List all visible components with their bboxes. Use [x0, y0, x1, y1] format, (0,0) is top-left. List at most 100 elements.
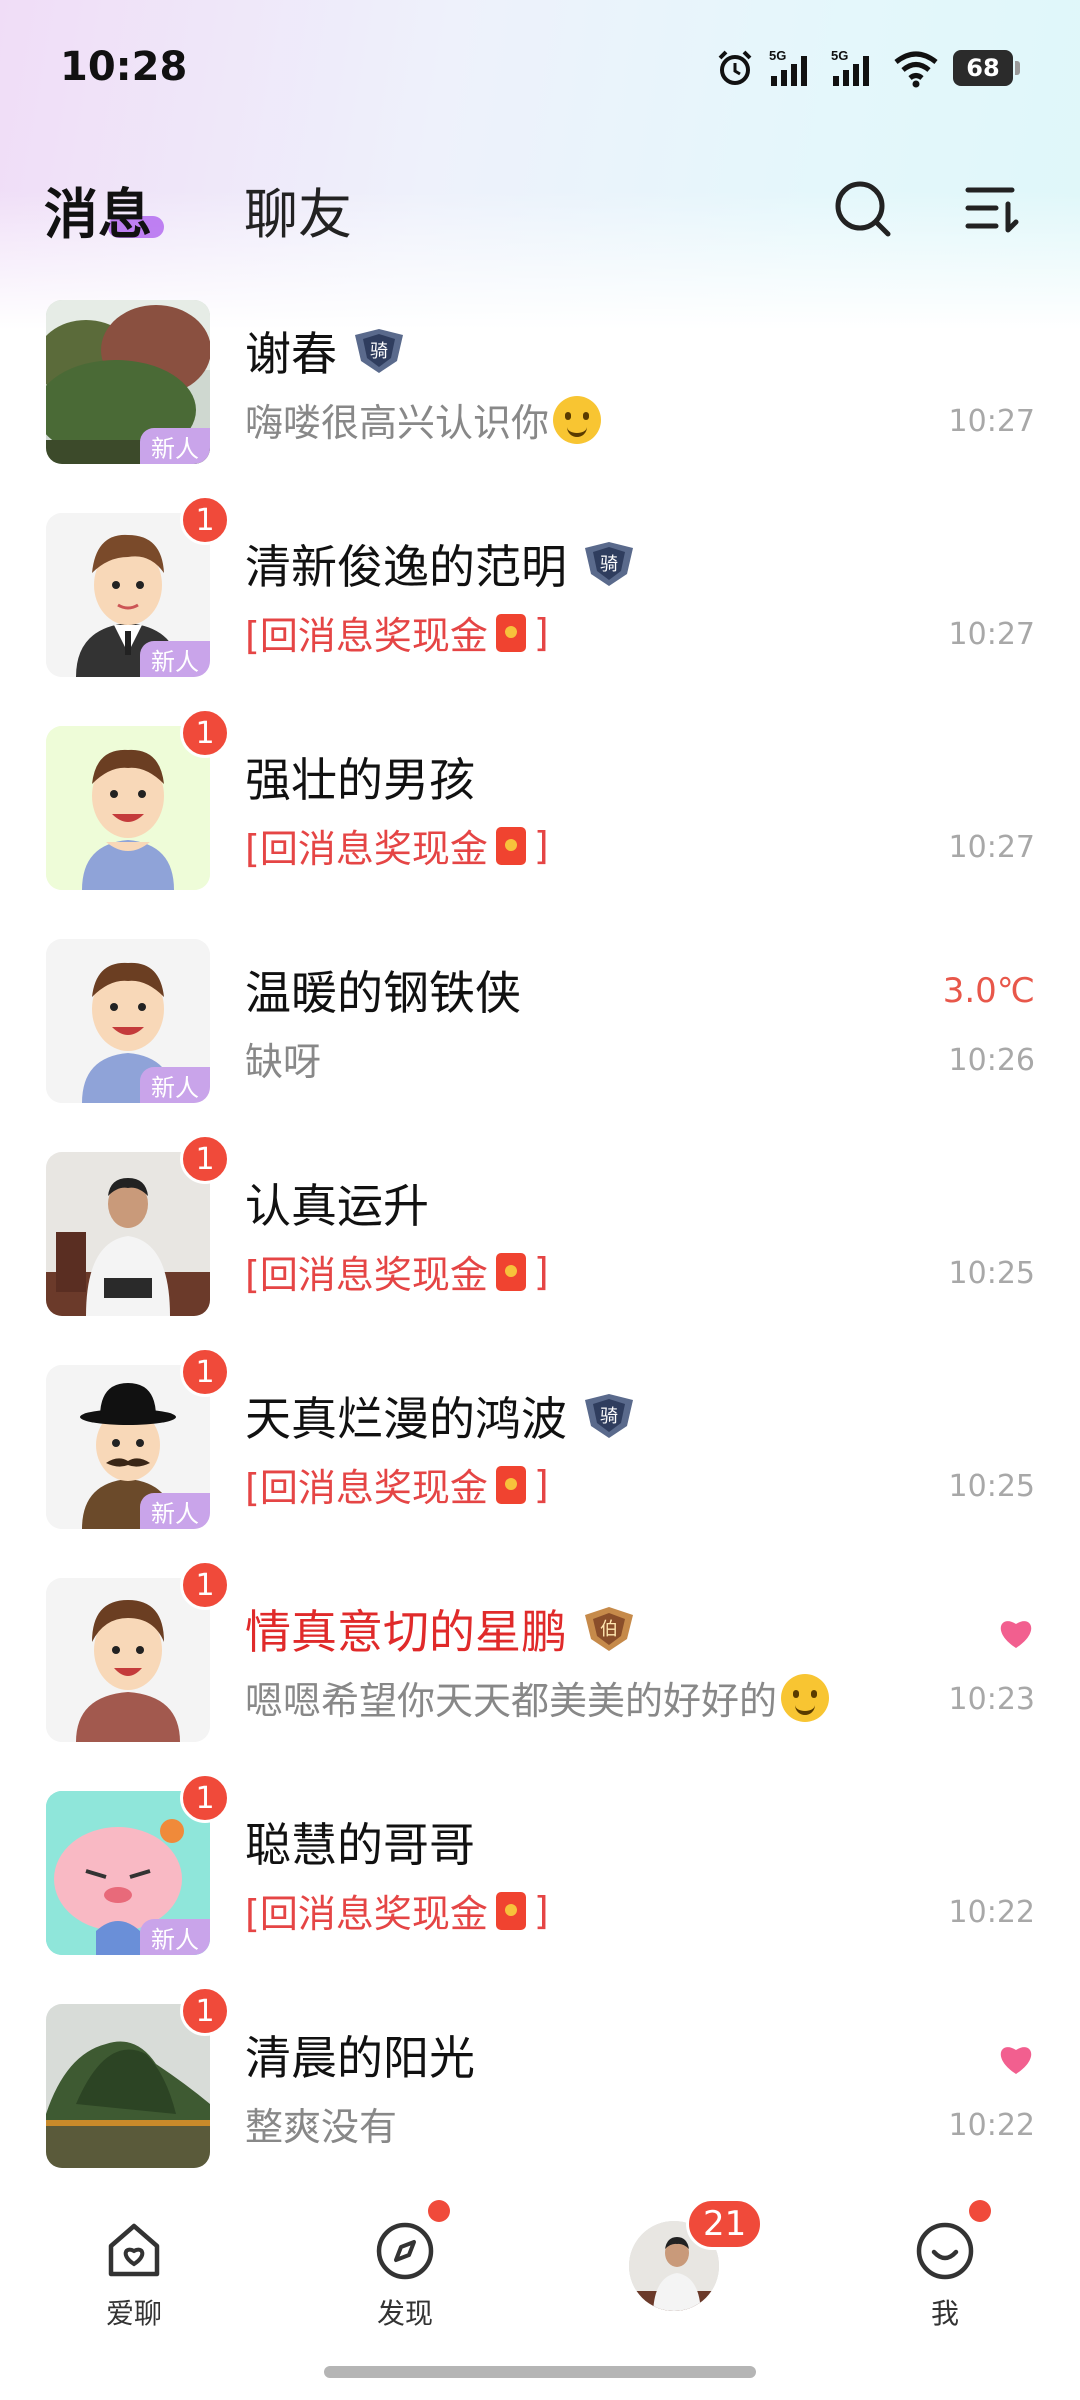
- smile-emoji-icon: [781, 1673, 830, 1722]
- contact-name: 清晨的阳光: [245, 2031, 475, 2085]
- nav-label-me: 我: [930, 2297, 959, 2330]
- new-user-tag: 新人: [140, 1919, 210, 1955]
- message-preview-end: ]: [533, 1888, 549, 1933]
- avatar[interactable]: [46, 2004, 210, 2168]
- nav-item-discover[interactable]: 发现: [325, 2218, 485, 2332]
- message-preview-end: ]: [533, 1249, 549, 1294]
- avatar[interactable]: [46, 1578, 210, 1742]
- battery-cap: [1015, 61, 1020, 75]
- red-envelope-icon: [495, 1891, 526, 1930]
- avatar[interactable]: [46, 726, 210, 890]
- avatar[interactable]: 新人: [46, 300, 210, 464]
- avatar[interactable]: [46, 1152, 210, 1316]
- contact-name-row: 情真意切的星鹏 伯: [245, 1596, 637, 1662]
- home-indicator: [324, 2366, 756, 2378]
- unread-badge: 1: [180, 1986, 230, 2036]
- conversation-row[interactable]: 新人 温暖的钢铁侠 3.0℃ 缺呀 10:26: [0, 935, 1080, 1148]
- contact-name-row: 聪慧的哥哥: [245, 1809, 475, 1875]
- message-preview-text: 嗯嗯希望你天天都美美的好好的: [245, 1679, 778, 1723]
- nav-item-ailiao[interactable]: 爱聊: [54, 2218, 214, 2332]
- red-envelope-icon: [495, 826, 526, 865]
- unread-badge: 1: [180, 1347, 230, 1397]
- signal-5g-2-icon: 5G: [831, 48, 869, 86]
- unread-badge: 1: [180, 1773, 230, 1823]
- unread-badge: 1: [180, 708, 230, 758]
- message-preview-text: [回消息奖现金: [245, 827, 488, 871]
- message-preview-text: [回消息奖现金: [245, 614, 488, 658]
- conversation-row[interactable]: 新人 1 清新俊逸的范明 骑 [回消息奖现金 ] 10:27: [0, 495, 1080, 722]
- unread-badge: 1: [180, 1560, 230, 1610]
- conversation-list: 新人 谢春 骑 嗨喽很高兴认识你 10:27 新人 1 清新俊逸的范明 骑 [回…: [0, 296, 1080, 2213]
- status-bar: 10:28 5G 5G 68: [0, 0, 1080, 140]
- message-preview-text: 整爽没有: [245, 2105, 398, 2149]
- header: 消息 聊友: [0, 160, 1080, 260]
- rank-label: 骑: [370, 341, 388, 362]
- message-preview: [回消息奖现金 ]: [245, 605, 549, 660]
- rank-shield-icon: 骑: [585, 1394, 633, 1438]
- message-preview: 整爽没有: [245, 2096, 397, 2151]
- message-time: 10:22: [948, 2108, 1035, 2143]
- man-photo-avatar: [46, 1152, 210, 1316]
- battery-indicator: 68: [953, 50, 1020, 86]
- nav-label-discover: 发现: [376, 2297, 433, 2330]
- contact-name: 谢春: [245, 327, 337, 381]
- conversation-row[interactable]: 新人 1 天真烂漫的鸿波 骑 [回消息奖现金 ] 10:25: [0, 1347, 1080, 1574]
- temperature-label: 3.0℃: [942, 971, 1035, 1011]
- avatar[interactable]: 新人: [46, 1791, 210, 1955]
- search-button[interactable]: [830, 176, 896, 242]
- message-time: 10:26: [948, 1043, 1035, 1078]
- contact-name: 情真意切的星鹏: [245, 1605, 567, 1659]
- red-envelope-icon: [495, 1465, 526, 1504]
- message-preview-end: ]: [533, 823, 549, 868]
- contact-name: 强壮的男孩: [245, 753, 475, 807]
- emoji-icon: [553, 395, 602, 444]
- conversation-row[interactable]: 新人 1 聪慧的哥哥 [回消息奖现金 ] 10:22: [0, 1773, 1080, 2000]
- message-time: 10:27: [948, 404, 1035, 439]
- message-preview-end: ]: [533, 1462, 549, 1507]
- contact-name-row: 天真烂漫的鸿波 骑: [245, 1383, 637, 1449]
- nav-label-ailiao: 爱聊: [105, 2297, 162, 2330]
- sort-list-icon: [965, 187, 1019, 233]
- contact-name: 天真烂漫的鸿波: [245, 1392, 567, 1446]
- sort-menu-button[interactable]: [960, 176, 1026, 242]
- tab-friends[interactable]: 聊友: [244, 170, 352, 249]
- me-notification-dot: [969, 2200, 991, 2222]
- cartoon-boy-shirt-avatar: [46, 1578, 210, 1742]
- lake-photo-avatar: [46, 2004, 210, 2168]
- avatar[interactable]: 新人: [46, 939, 210, 1103]
- message-preview: 嗨喽很高兴认识你: [245, 392, 602, 447]
- conversation-row[interactable]: 1 情真意切的星鹏 伯 嗯嗯希望你天天都美美的好好的 10:23: [0, 1560, 1080, 1787]
- avatar[interactable]: 新人: [46, 1365, 210, 1529]
- nav-item-me[interactable]: 我: [865, 2218, 1025, 2332]
- rank-shield-icon: 骑: [585, 542, 633, 586]
- discover-notification-dot: [428, 2200, 450, 2222]
- contact-name: 温暖的钢铁侠: [245, 966, 521, 1020]
- message-time: 10:22: [948, 1895, 1035, 1930]
- compass-icon: [376, 2222, 434, 2280]
- conversation-row[interactable]: 1 认真运升 [回消息奖现金 ] 10:25: [0, 1134, 1080, 1361]
- conversation-row[interactable]: 新人 谢春 骑 嗨喽很高兴认识你 10:27: [0, 296, 1080, 509]
- heart-icon: [1000, 2047, 1032, 2074]
- contact-name-row: 清晨的阳光: [245, 2022, 475, 2088]
- message-preview: [回消息奖现金 ]: [245, 1883, 549, 1938]
- message-preview-text: 缺呀: [245, 1040, 322, 1084]
- status-icons: 5G 5G 68: [715, 48, 1020, 88]
- alarm-icon: [718, 50, 752, 85]
- tab-messages[interactable]: 消息: [44, 170, 152, 249]
- signal-1-label: 5G: [769, 48, 786, 63]
- rank-shield-icon: 骑: [355, 329, 403, 373]
- message-preview: [回消息奖现金 ]: [245, 1457, 549, 1512]
- signal-5g-icon: 5G: [769, 48, 807, 86]
- message-preview: 嗯嗯希望你天天都美美的好好的: [245, 1670, 830, 1725]
- message-preview-text: [回消息奖现金: [245, 1892, 488, 1936]
- message-preview-text: 嗨喽很高兴认识你: [245, 401, 550, 445]
- conversation-row[interactable]: 1 强壮的男孩 [回消息奖现金 ] 10:27: [0, 708, 1080, 935]
- new-user-tag: 新人: [140, 1493, 210, 1529]
- contact-name: 认真运升: [245, 1179, 429, 1233]
- red-envelope-icon: [495, 1252, 526, 1291]
- rank-label: 骑: [600, 1406, 618, 1427]
- contact-name-row: 清新俊逸的范明 骑: [245, 531, 637, 597]
- avatar[interactable]: 新人: [46, 513, 210, 677]
- contact-name-row: 温暖的钢铁侠: [245, 957, 521, 1023]
- new-user-tag: 新人: [140, 428, 210, 464]
